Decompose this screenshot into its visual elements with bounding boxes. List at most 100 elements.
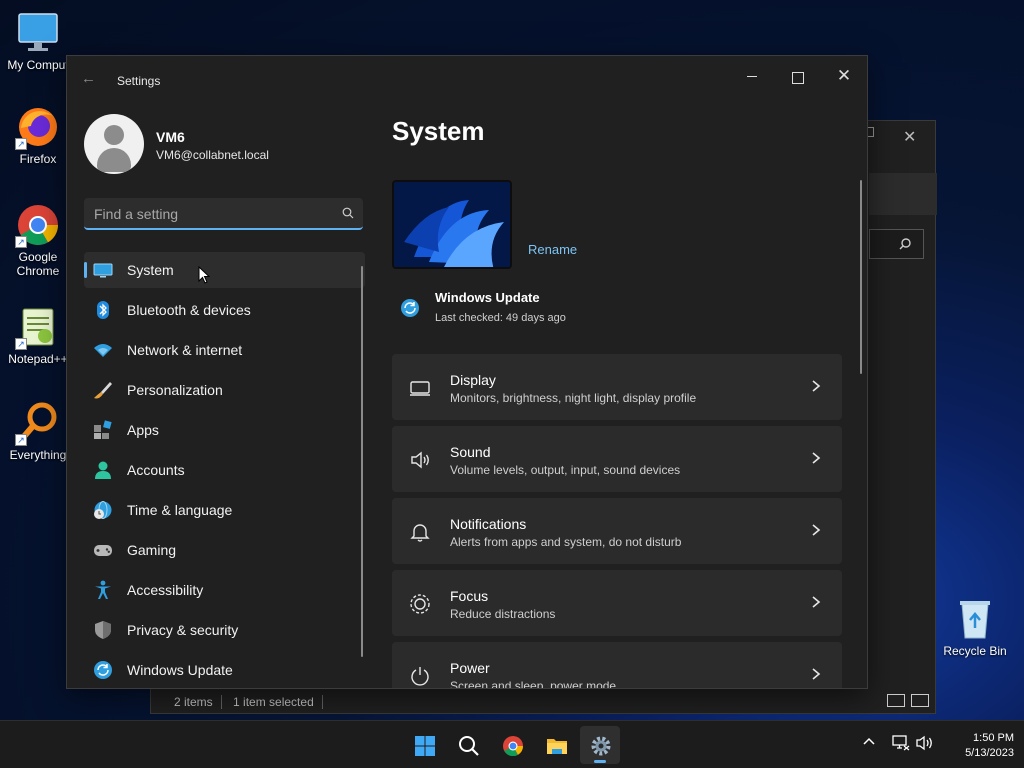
taskbar-chrome-button[interactable] <box>492 726 532 764</box>
explorer-status-bar: 2 items 1 item selected <box>151 689 937 715</box>
card-subtitle: Alerts from apps and system, do not dist… <box>450 535 682 549</box>
search-input[interactable]: Find a setting <box>84 198 363 230</box>
file-explorer-icon <box>547 739 567 754</box>
desktop-icon-firefox[interactable]: ↗ Firefox <box>0 104 76 166</box>
shortcut-arrow-icon: ↗ <box>15 434 27 446</box>
taskbar-clock[interactable]: 1:50 PM 5/13/2023 <box>944 731 1014 761</box>
accounts-icon <box>95 461 111 479</box>
tiles-view-icon[interactable] <box>911 694 929 707</box>
desktop-icon-label: Everything <box>9 448 67 462</box>
card-subtitle: Screen and sleep, power mode <box>450 679 617 689</box>
monitor-icon <box>15 10 61 56</box>
shortcut-arrow-icon: ↗ <box>15 138 27 150</box>
notifications-card[interactable]: Notifications Alerts from apps and syste… <box>392 498 842 564</box>
sidebar-item-label: Time & language <box>127 502 233 518</box>
search-icon <box>459 736 479 756</box>
chevron-right-icon <box>812 668 821 680</box>
sidebar-item-accounts[interactable]: Accounts <box>84 452 365 488</box>
sidebar-item-accessibility[interactable]: Accessibility <box>84 572 365 608</box>
content-scrollbar[interactable] <box>860 180 862 374</box>
focus-card[interactable]: Focus Reduce distractions <box>392 570 842 636</box>
user-profile[interactable]: VM6 VM6@collabnet.local <box>84 114 374 174</box>
minimize-button[interactable] <box>729 62 775 92</box>
card-title: Display <box>450 372 496 388</box>
sidebar-item-network[interactable]: Network & internet <box>84 332 365 368</box>
mouse-cursor-icon <box>198 266 210 284</box>
sidebar-item-time-language[interactable]: Time & language <box>84 492 365 528</box>
chevron-up-icon[interactable] <box>862 735 876 749</box>
chevron-right-icon <box>812 596 821 608</box>
card-subtitle: Reduce distractions <box>450 607 556 621</box>
settings-window[interactable]: ← Settings ✕ VM6 VM6@collabnet.local Fin… <box>66 55 868 689</box>
taskbar-search-button[interactable] <box>448 726 488 764</box>
sidebar-scrollbar[interactable] <box>361 266 363 657</box>
speaker-icon <box>411 451 429 469</box>
desktop-wallpaper-thumbnail[interactable] <box>392 180 512 269</box>
volume-icon[interactable] <box>916 735 934 751</box>
sidebar-item-windows-update[interactable]: Windows Update <box>84 652 365 688</box>
accessibility-icon <box>95 580 111 599</box>
network-icon[interactable] <box>892 735 910 751</box>
display-card[interactable]: Display Monitors, brightness, night ligh… <box>392 354 842 420</box>
system-icon <box>93 263 113 278</box>
sidebar-item-system[interactable]: System <box>84 252 365 288</box>
shield-icon <box>95 621 111 639</box>
desktop-icon-label: Recycle Bin <box>943 644 1007 658</box>
taskbar: 1:50 PM 5/13/2023 <box>0 720 1024 768</box>
desktop-icon-recycle-bin[interactable]: Recycle Bin <box>937 596 1013 658</box>
avatar[interactable] <box>84 114 144 174</box>
desktop-icon-notepadpp[interactable]: ↗ Notepad++ <box>0 304 76 366</box>
windows-update-status: Last checked: 49 days ago <box>435 312 566 324</box>
chrome-icon <box>503 736 524 757</box>
status-items-count: 2 items <box>166 695 222 709</box>
sidebar-item-bluetooth[interactable]: Bluetooth & devices <box>84 292 365 328</box>
close-button[interactable]: ✕ <box>821 62 867 92</box>
power-card[interactable]: Power Screen and sleep, power mode <box>392 642 842 689</box>
everything-search-icon: ↗ <box>15 400 61 446</box>
sidebar-item-apps[interactable]: Apps <box>84 412 365 448</box>
wifi-icon <box>94 344 112 357</box>
chevron-right-icon <box>812 524 821 536</box>
start-button[interactable] <box>404 726 444 764</box>
explorer-search-box[interactable] <box>869 229 924 259</box>
rename-link[interactable]: Rename <box>528 242 577 257</box>
page-title: System <box>392 116 485 146</box>
bell-icon <box>410 524 430 542</box>
explorer-toolbar-band <box>869 173 937 215</box>
card-subtitle: Monitors, brightness, night light, displ… <box>450 391 697 405</box>
maximize-button[interactable] <box>775 62 821 92</box>
user-email: VM6@collabnet.local <box>156 148 269 162</box>
display-icon <box>410 381 430 396</box>
chevron-right-icon <box>812 380 821 392</box>
windows-bloom-wallpaper-icon <box>394 182 510 267</box>
back-arrow-icon[interactable]: ← <box>81 70 101 90</box>
close-icon[interactable]: ✕ <box>903 127 916 147</box>
notepad-plus-plus-icon: ↗ <box>15 304 61 350</box>
windows-update-title[interactable]: Windows Update <box>435 290 540 305</box>
sidebar-item-privacy-security[interactable]: Privacy & security <box>84 612 365 648</box>
focus-icon <box>410 594 430 614</box>
sidebar-item-label: System <box>127 262 174 278</box>
title-bar[interactable]: ← Settings ✕ <box>67 56 867 104</box>
details-view-icon[interactable] <box>887 694 905 707</box>
desktop-icon-chrome[interactable]: ↗ Google Chrome <box>0 202 76 278</box>
sidebar-item-label: Network & internet <box>127 342 243 358</box>
globe-clock-icon <box>94 501 112 519</box>
sidebar-item-personalization[interactable]: Personalization <box>84 372 365 408</box>
desktop-icon-my-computer[interactable]: My Comput <box>0 10 76 72</box>
sound-card[interactable]: Sound Volume levels, output, input, soun… <box>392 426 842 492</box>
desktop-icon-everything[interactable]: ↗ Everything <box>0 400 76 462</box>
firefox-icon: ↗ <box>15 104 61 150</box>
sidebar-item-label: Windows Update <box>127 662 233 678</box>
taskbar-file-explorer-button[interactable] <box>536 726 576 764</box>
chevron-right-icon <box>812 452 821 464</box>
shortcut-arrow-icon: ↗ <box>15 236 27 248</box>
sidebar-item-label: Apps <box>127 422 159 438</box>
status-selected-count: 1 item selected <box>225 695 323 709</box>
sidebar-item-gaming[interactable]: Gaming <box>84 532 365 568</box>
sidebar-item-label: Privacy & security <box>127 622 239 638</box>
active-app-indicator <box>594 760 606 763</box>
start-icon <box>415 736 435 756</box>
gamepad-icon <box>94 545 112 556</box>
taskbar-settings-button[interactable] <box>580 726 620 764</box>
